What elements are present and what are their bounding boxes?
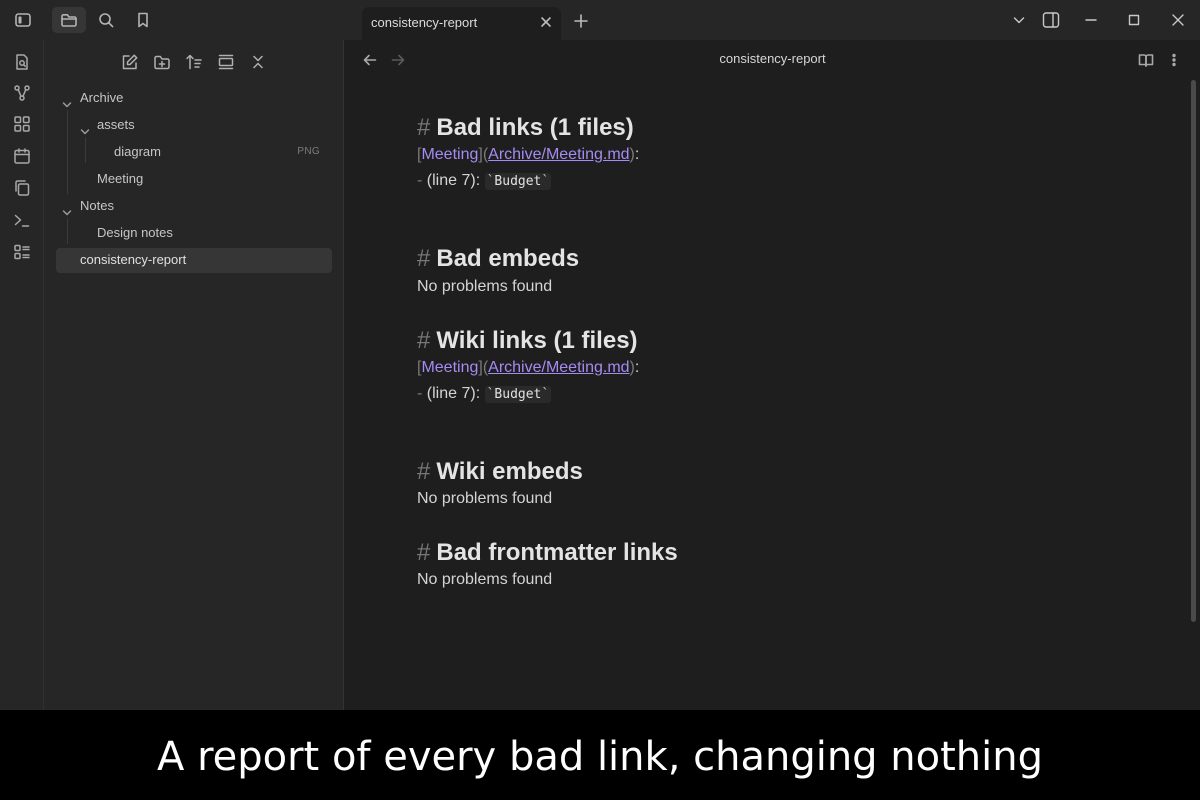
chevron-down-icon [62,94,72,108]
expand-collapse-icon[interactable] [248,52,268,72]
heading-text: Bad links (1 files) [436,114,634,141]
chevron-down-icon [80,121,90,135]
heading-marker: # [417,114,431,141]
title-bar: consistency-report [0,0,1200,40]
report-list-item: - (line 7): `Budget` [417,385,552,403]
tree-file-diagram[interactable]: diagram PNG [114,140,332,164]
view-header-title[interactable]: consistency-report [345,51,1200,66]
tree-folder-label: Notes [80,198,114,213]
line-reference: (line 7): [426,385,481,402]
tree-indent-guide [67,218,68,244]
file-type-badge: PNG [297,146,320,157]
heading-text: Wiki links (1 files) [436,327,638,354]
tree-file-label: consistency-report [80,252,187,267]
chevron-down-icon[interactable] [1009,10,1029,30]
search-icon[interactable] [89,7,123,33]
graph-view-icon[interactable] [12,83,32,103]
status-text: No problems found [417,571,553,588]
heading-text: Bad embeds [436,245,580,272]
ribbon [0,40,44,710]
tree-file-meeting[interactable]: Meeting [97,167,332,191]
close-icon[interactable] [537,13,555,31]
folder-icon[interactable] [52,7,86,33]
report-link-line: [Meeting](Archive/Meeting.md): [417,359,640,376]
heading-marker: # [417,458,431,485]
heading-text: Wiki embeds [436,458,583,485]
sidebar-toggle-icon[interactable] [6,7,40,33]
status-text: No problems found [417,278,553,295]
link-text[interactable]: Meeting [421,146,478,163]
link-url[interactable]: Archive/Meeting.md [488,359,629,376]
reading-view-book-icon[interactable] [1137,51,1155,69]
window-close-icon[interactable] [1168,10,1188,30]
tree-folder-archive[interactable]: Archive [62,86,332,110]
tree-folder-notes[interactable]: Notes [62,194,332,218]
heading-bad-embeds: # Bad embeds [417,245,579,273]
maximize-icon[interactable] [1124,10,1144,30]
tree-indent-guide [85,137,86,163]
canvas-icon[interactable] [12,114,32,134]
heading-wiki-links: # Wiki links (1 files) [417,327,638,355]
quick-switcher-icon[interactable] [12,52,32,72]
status-text: No problems found [417,490,553,507]
link-url[interactable]: Archive/Meeting.md [488,146,629,163]
heading-marker: # [417,539,431,566]
heading-bad-links: # Bad links (1 files) [417,114,634,142]
tab-title: consistency-report [371,15,478,30]
caption-text: A report of every bad link, changing not… [156,734,1043,780]
minimize-icon[interactable] [1081,10,1101,30]
tree-file-label: Meeting [97,171,144,186]
bases-icon[interactable] [12,242,32,262]
heading-text: Bad frontmatter links [436,539,678,566]
tree-folder-label: Archive [80,90,124,105]
tree-file-design-notes[interactable]: Design notes [97,221,332,245]
bookmark-icon[interactable] [126,7,160,33]
new-note-icon[interactable] [120,52,140,72]
new-tab-plus-icon[interactable] [571,11,591,31]
caption-bar: A report of every bad link, changing not… [0,710,1200,800]
tree-file-label: diagram [114,144,161,159]
tree-file-consistency-report[interactable]: consistency-report [80,248,332,272]
tab-consistency-report[interactable]: consistency-report [362,7,561,40]
new-folder-icon[interactable] [152,52,172,72]
heading-bad-frontmatter-links: # Bad frontmatter links [417,539,678,567]
chevron-down-icon [62,202,72,216]
right-sidebar-icon[interactable] [1041,10,1061,30]
more-options-icon[interactable] [1165,51,1183,69]
templates-icon[interactable] [12,178,32,198]
line-reference: (line 7): [426,172,481,189]
inline-code: `Budget` [484,386,552,403]
heading-marker: # [417,327,431,354]
tree-folder-assets[interactable]: assets [80,113,332,137]
sort-icon[interactable] [184,52,204,72]
heading-marker: # [417,245,431,272]
editor-view: consistency-report # Bad links (1 files) … [345,40,1200,710]
tree-file-label: Design notes [97,225,173,240]
report-list-item: - (line 7): `Budget` [417,172,552,190]
daily-note-icon[interactable] [12,146,32,166]
inline-code: `Budget` [484,173,552,190]
tree-indent-guide [67,110,68,194]
scrollbar[interactable] [1191,80,1196,622]
heading-wiki-embeds: # Wiki embeds [417,458,583,486]
tree-folder-label: assets [97,117,135,132]
file-explorer: Archive assets diagram PNG Meeting Notes… [44,40,344,710]
command-palette-icon[interactable] [12,210,32,230]
report-link-line: [Meeting](Archive/Meeting.md): [417,146,640,163]
link-text[interactable]: Meeting [421,359,478,376]
collapse-icon[interactable] [216,52,236,72]
